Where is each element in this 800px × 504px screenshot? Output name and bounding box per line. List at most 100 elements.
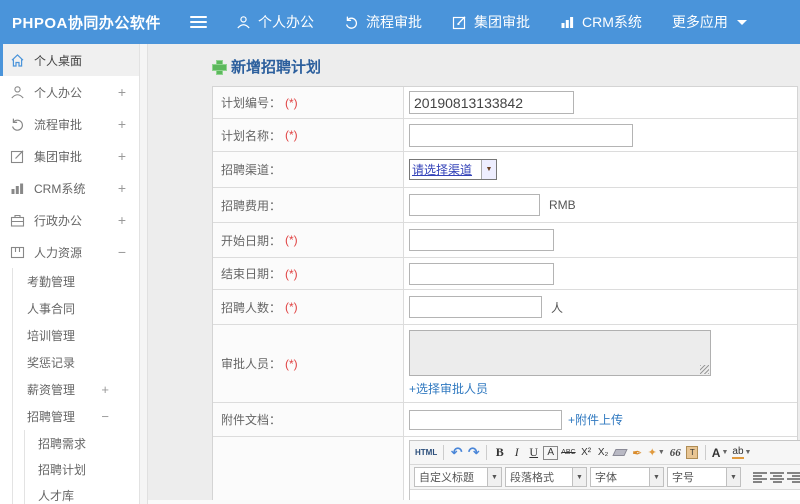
channel-select[interactable]: 请选择渠道 ▼ [409,159,497,180]
choose-approver-link[interactable]: +选择审批人员 [409,380,797,397]
sidebar-item-label: 行政办公 [34,213,83,228]
sidebar-item-recruitment-plan[interactable]: 招聘计划 [25,456,139,482]
sidebar-item-recruitment[interactable]: 招聘管理 − [13,403,139,430]
align-right-icon[interactable] [787,471,800,483]
sidebar-item-label: 薪资管理 [27,383,76,397]
redo-icon[interactable]: ↷ [466,443,481,462]
add-plus-icon [212,59,227,75]
sidebar-item-label: 招聘管理 [27,410,76,424]
subscript-button[interactable]: X₂ [596,443,611,462]
history-icon [12,118,24,131]
sidebar-item-hr-contract[interactable]: 人事合同 [13,295,139,322]
border-button[interactable]: A [543,445,559,460]
expand-icon[interactable]: + [118,84,126,100]
field-label: 开始日期： [221,233,282,248]
fee-unit-label: RMB [549,198,576,212]
sidebar-item-reward-punishment[interactable]: 奖惩记录 [13,349,139,376]
fee-input[interactable] [409,194,540,216]
sidebar-item-label: 人事合同 [27,302,76,316]
strikethrough-button[interactable]: ABC [560,443,576,462]
highlight-color-button[interactable]: ab ▼ [731,443,752,462]
font-family-dropdown[interactable]: 字体 ▼ [590,467,664,487]
start-date-input[interactable] [409,229,554,251]
undo-icon[interactable]: ↶ [449,443,464,462]
sidebar-item-crm[interactable]: CRM系统 + [0,172,139,204]
expand-icon[interactable]: + [101,382,109,397]
nav-workflow-approval[interactable]: 流程审批 [329,0,437,44]
attachment-input[interactable] [409,409,562,430]
sidebar-item-label: CRM系统 [34,181,86,196]
format-brush-button[interactable]: ✒ [630,443,645,462]
form-row-plan-number: 计划编号： (*) [213,87,797,119]
attachment-upload-link[interactable]: +附件上传 [568,411,623,428]
form-row-headcount: 招聘人数： (*) 人 [213,290,797,325]
sidebar-item-talent-pool[interactable]: 人才库 [25,482,139,504]
caret-down-icon: ▼ [573,467,587,487]
bold-button[interactable]: B [492,443,507,462]
blockquote-button[interactable]: 66 [668,443,683,462]
expand-icon[interactable]: + [118,148,126,164]
user-icon [11,85,24,98]
nav-more-apps[interactable]: 更多应用 [657,0,762,44]
nav-group-approval[interactable]: 集团审批 [437,0,545,44]
align-center-icon[interactable] [770,471,784,483]
expand-icon[interactable]: + [118,116,126,132]
user-icon [236,15,251,30]
approver-textarea[interactable] [409,330,711,376]
form-row-start-date: 开始日期： (*) [213,223,797,258]
nav-label: 个人办公 [258,14,314,30]
collapse-icon[interactable]: − [101,409,109,424]
required-mark: (*) [285,266,298,281]
font-color-button[interactable]: A ▼ [711,443,730,462]
sidebar-item-personal-desktop[interactable]: 个人桌面 [0,44,139,76]
sidebar-item-label: 集团审批 [34,149,83,164]
sidebar-item-group-approval[interactable]: 集团审批 + [0,140,139,172]
paste-button[interactable]: T [685,443,700,462]
nav-personal-office[interactable]: 个人办公 [221,0,329,44]
collapse-icon[interactable]: − [118,244,126,260]
menu-toggle-icon[interactable] [190,16,207,28]
align-left-icon[interactable] [753,471,767,483]
nav-crm[interactable]: CRM系统 [545,0,657,44]
horizontal-scrollbar[interactable] [148,500,800,504]
history-icon [344,15,359,30]
sidebar-item-admin-office[interactable]: 行政办公 + [0,204,139,236]
sidebar-item-recruitment-demand[interactable]: 招聘需求 [25,430,139,456]
sidebar-item-attendance[interactable]: 考勤管理 [13,268,139,295]
sidebar-item-personal-office[interactable]: 个人办公 + [0,76,139,108]
paint-format-button[interactable]: ✦ ▼ [647,443,666,462]
field-label: 审批人员： [221,357,282,371]
end-date-input[interactable] [409,262,554,285]
caret-down-icon [736,19,747,25]
expand-icon[interactable]: + [118,212,126,228]
home-icon [11,53,24,67]
underline-button[interactable]: U [526,443,541,462]
field-label: 附件文档： [221,413,282,427]
sidebar-item-human-resources[interactable]: 人力资源 − [0,236,139,268]
custom-heading-dropdown[interactable]: 自定义标题 ▼ [414,467,502,487]
plan-name-input[interactable] [409,123,633,147]
sidebar-item-label: 个人桌面 [34,53,83,68]
paragraph-format-dropdown[interactable]: 段落格式 ▼ [505,467,587,487]
eraser-button[interactable] [612,443,628,462]
sidebar-item-workflow-approval[interactable]: 流程审批 + [0,108,139,140]
italic-button[interactable]: I [509,443,524,462]
editor-toolbar-row1: HTML ↶ ↷ B I U A ABC X² X₂ ✒ ✦ ▼ 66 T A … [410,441,800,465]
form-row-channel: 招聘渠道： 请选择渠道 ▼ [213,152,797,188]
font-size-dropdown[interactable]: 字号 ▼ [667,467,741,487]
form-row-attachment: 附件文档： +附件上传 [213,403,797,437]
expand-icon[interactable]: + [118,180,126,196]
sidebar-item-label: 人力资源 [34,245,83,260]
html-source-button[interactable]: HTML [414,443,438,462]
card-icon [10,246,25,258]
sidebar-splitter[interactable] [140,44,148,504]
required-mark: (*) [285,233,298,247]
headcount-input[interactable] [409,296,542,318]
sidebar-item-label: 招聘计划 [38,462,87,477]
sidebar-item-label: 招聘需求 [38,436,87,451]
edit-icon [10,149,24,163]
plan-number-input[interactable] [409,91,574,114]
sidebar-item-training[interactable]: 培训管理 [13,322,139,349]
sidebar-item-salary[interactable]: 薪资管理 + [13,376,139,403]
superscript-button[interactable]: X² [579,443,594,462]
